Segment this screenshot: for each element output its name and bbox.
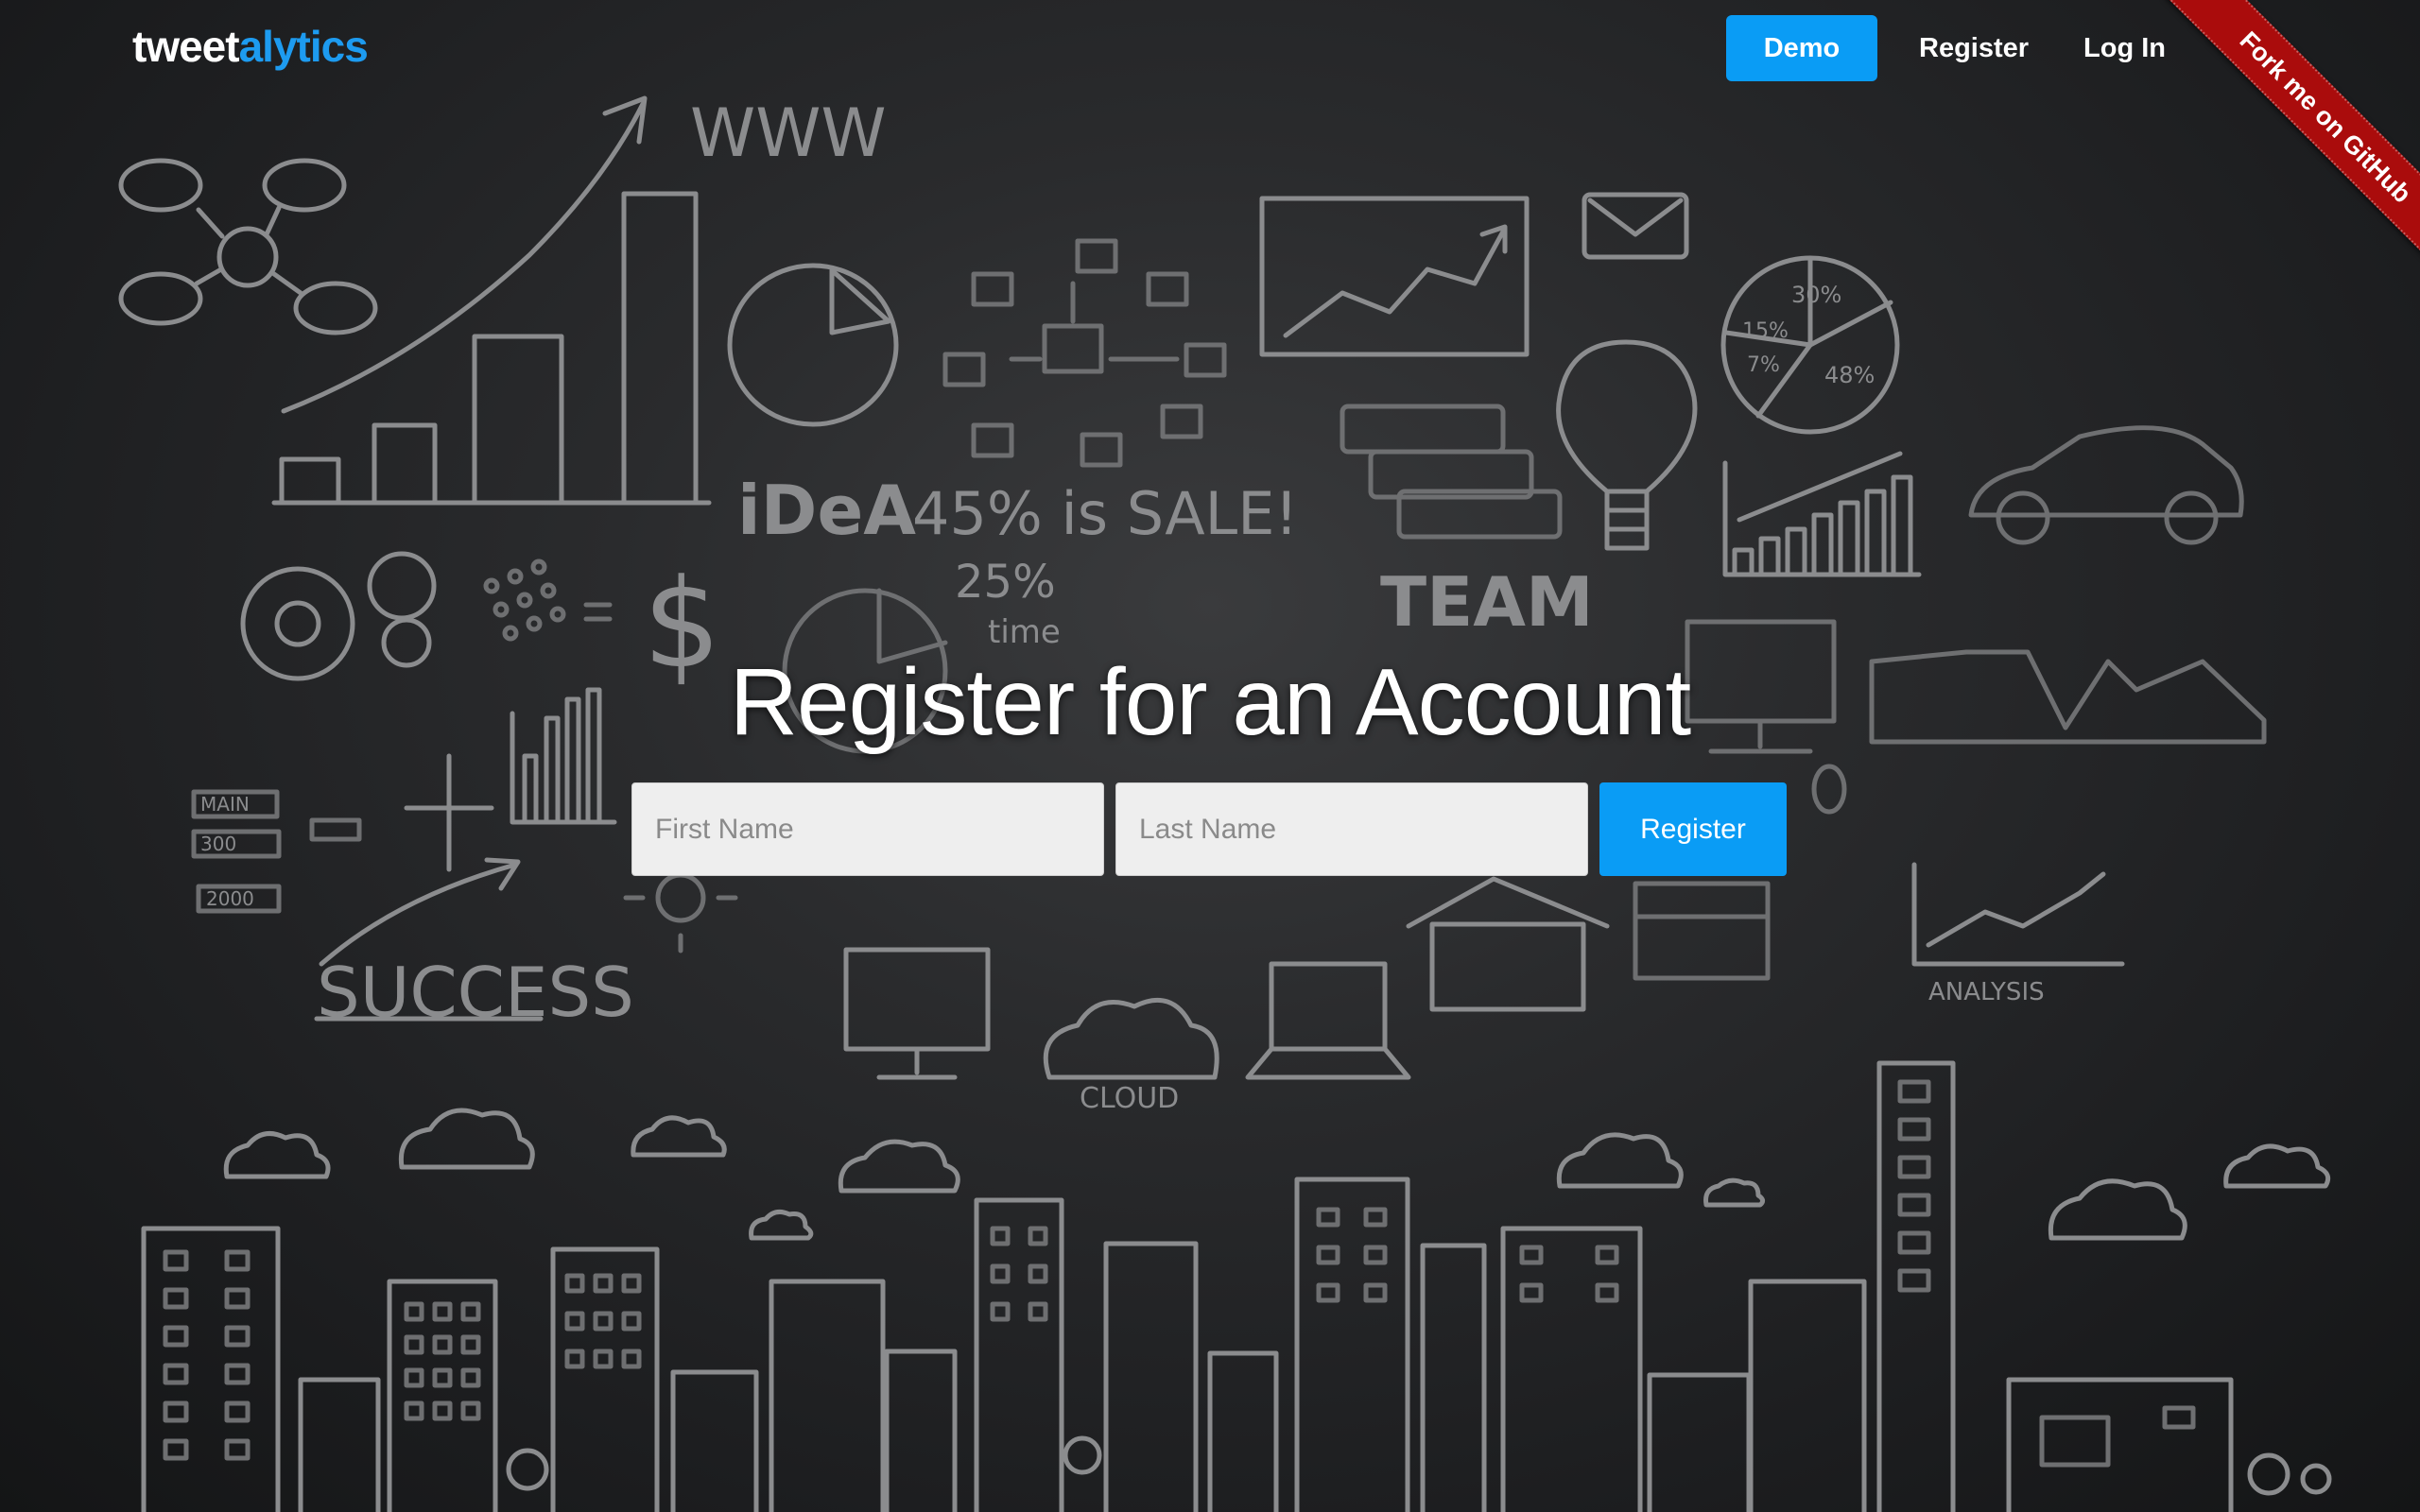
sketch-text-30: 30% <box>1791 282 1841 308</box>
nav-links: Demo Register Log In <box>1726 15 2179 81</box>
fork-on-github-ribbon[interactable]: Fork me on GitHub <box>2166 0 2420 277</box>
sketch-text-analysis: ANALYSIS <box>1928 978 2045 1006</box>
sketch-text-idea: iDeA <box>737 471 916 550</box>
demo-button[interactable]: Demo <box>1726 15 1877 81</box>
bar-chart-icon <box>1722 451 1922 577</box>
people-network-icon <box>118 158 378 335</box>
building-windows <box>163 1079 2196 1468</box>
navbar: tweetalytics Demo Register Log In <box>0 0 2420 94</box>
sketch-text-25: 25% <box>955 556 1056 609</box>
sketch-text-15: 15% <box>1742 319 1789 343</box>
envelope-icon <box>1582 192 1689 260</box>
computer-network-icon <box>942 238 1227 468</box>
cloud-icon <box>223 1108 2331 1241</box>
move-arrows-icon <box>404 753 494 872</box>
car-icon <box>1968 425 2244 545</box>
sketch-text-7: 7% <box>1747 353 1780 377</box>
sketch-text-300: 300 <box>200 833 236 855</box>
sun-icon <box>623 872 738 954</box>
coins-icon <box>483 558 613 642</box>
light-bulb-icon <box>1556 339 1698 551</box>
brand-name-part1: tweet <box>132 22 240 71</box>
sketch-text-cloud: CLOUD <box>1080 1082 1179 1115</box>
monitor-icon <box>843 947 991 1080</box>
page: WWW 30% 15% 7% 48% iDeA 45% is SALE! $ 2… <box>0 0 2420 1512</box>
brand-name-part2: alytics <box>238 22 369 71</box>
pie-chart-icon <box>727 263 899 427</box>
line-chart-icon <box>1259 196 1530 357</box>
bar-chart-icon <box>271 95 712 506</box>
github-ribbon-container: Fork me on GitHub <box>2136 0 2420 284</box>
laptop-icon <box>1245 961 1411 1080</box>
last-name-input[interactable] <box>1115 782 1588 876</box>
sketch-text-success: SUCCESS <box>317 953 634 1032</box>
sketch-text-48: 48% <box>1824 362 1875 388</box>
house-icon <box>1406 876 1610 1012</box>
city-skyline-icon <box>141 1060 2332 1512</box>
register-nav-link[interactable]: Register <box>1906 15 2042 81</box>
building-icon <box>1633 881 1771 981</box>
register-submit-button[interactable]: Register <box>1599 782 1787 876</box>
line-chart-icon <box>1911 862 2125 967</box>
sketch-text-2000: 2000 <box>206 887 254 910</box>
sketch-text-main: MAIN <box>200 793 250 816</box>
brand-logo[interactable]: tweetalytics <box>132 21 369 72</box>
money-stack-icon <box>1340 404 1563 540</box>
sketch-text-www: WWW <box>690 94 887 172</box>
sketch-text-team: TEAM <box>1380 562 1594 642</box>
sketch-text-time: time <box>988 613 1061 651</box>
sketch-text-sale: 45% is SALE! <box>912 479 1298 548</box>
page-title: Register for an Account <box>729 649 1691 755</box>
cloud-icon <box>1043 997 1219 1080</box>
register-form: Register <box>631 782 1787 876</box>
first-name-input[interactable] <box>631 782 1104 876</box>
